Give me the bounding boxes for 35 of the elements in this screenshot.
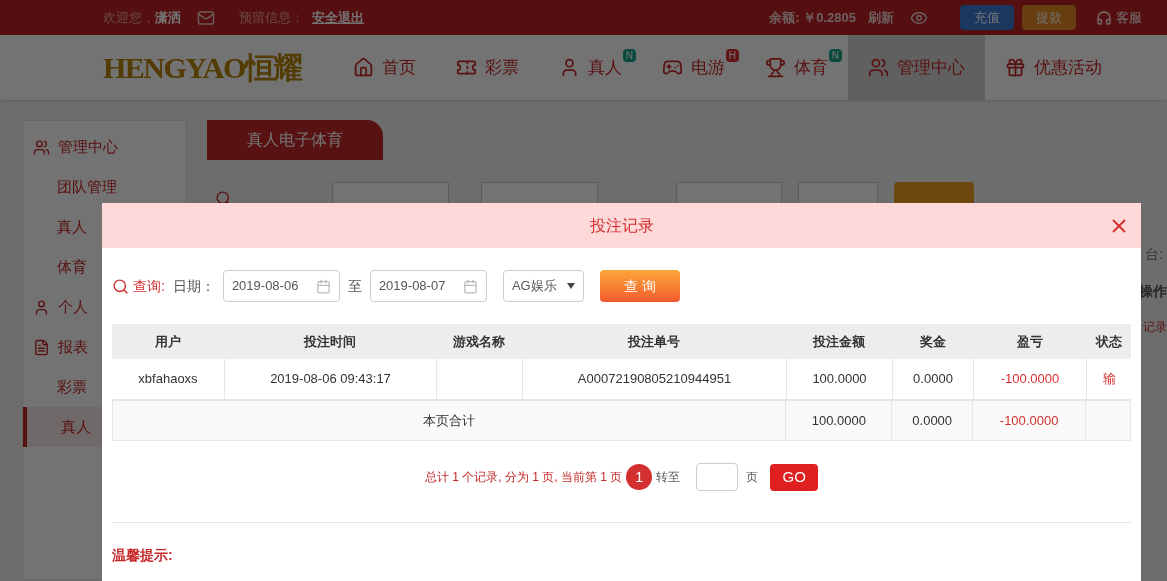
nav-badge: N <box>828 49 842 62</box>
query-label: 查询: <box>133 276 165 296</box>
table-cell-text: 本页合计 <box>422 411 477 430</box>
nav-badge: H <box>725 49 739 62</box>
column-header: 游戏名称 <box>452 332 506 351</box>
table-cell: A00072190805210944951 <box>522 359 786 399</box>
logo: HENGYAO恒耀 <box>103 50 303 86</box>
table-cell: 0.0000 <box>892 359 973 399</box>
date-separator: 至 <box>347 276 362 296</box>
balance-text: 余额: ￥0.2805 <box>769 8 856 27</box>
column-header: 操作 <box>1139 282 1167 301</box>
platform-hint-text: 台: <box>1145 245 1163 264</box>
notice-title: 温馨提示: <box>112 546 174 565</box>
column-header: 奖金 <box>918 332 947 351</box>
table-cell: 100.0000 <box>786 359 892 399</box>
page-suffix: 页 <box>746 469 759 486</box>
table-cell: -100.0000 <box>972 401 1086 440</box>
goto-label: 转至 <box>656 469 681 486</box>
username: 潇洒 <box>155 8 181 27</box>
column-header: 投注时间 <box>302 332 357 351</box>
table-cell: 输 <box>1086 359 1131 399</box>
column-header: 投注单号 <box>626 332 681 351</box>
table-cell: 0.0000 <box>891 401 973 440</box>
table-cell: 2019-08-06 09:43:17 <box>224 359 436 399</box>
date-label: 日期： <box>172 276 215 296</box>
column-header: 盈亏 <box>1015 332 1044 351</box>
table-cell: 100.0000 <box>785 401 892 440</box>
pagination-summary: 总计 1 个记录, 分为 1 页, 当前第 1 页 <box>424 469 623 486</box>
modal-title: 投注记录 <box>589 215 654 236</box>
nav-badge: N <box>622 49 636 62</box>
table-cell-text: xbfahaoxs <box>137 370 199 389</box>
table-cell: -100.0000 <box>973 359 1086 399</box>
column-header: 投注金额 <box>811 332 866 351</box>
column-header: 用户 <box>154 332 182 351</box>
column-header: 状态 <box>1094 332 1123 351</box>
